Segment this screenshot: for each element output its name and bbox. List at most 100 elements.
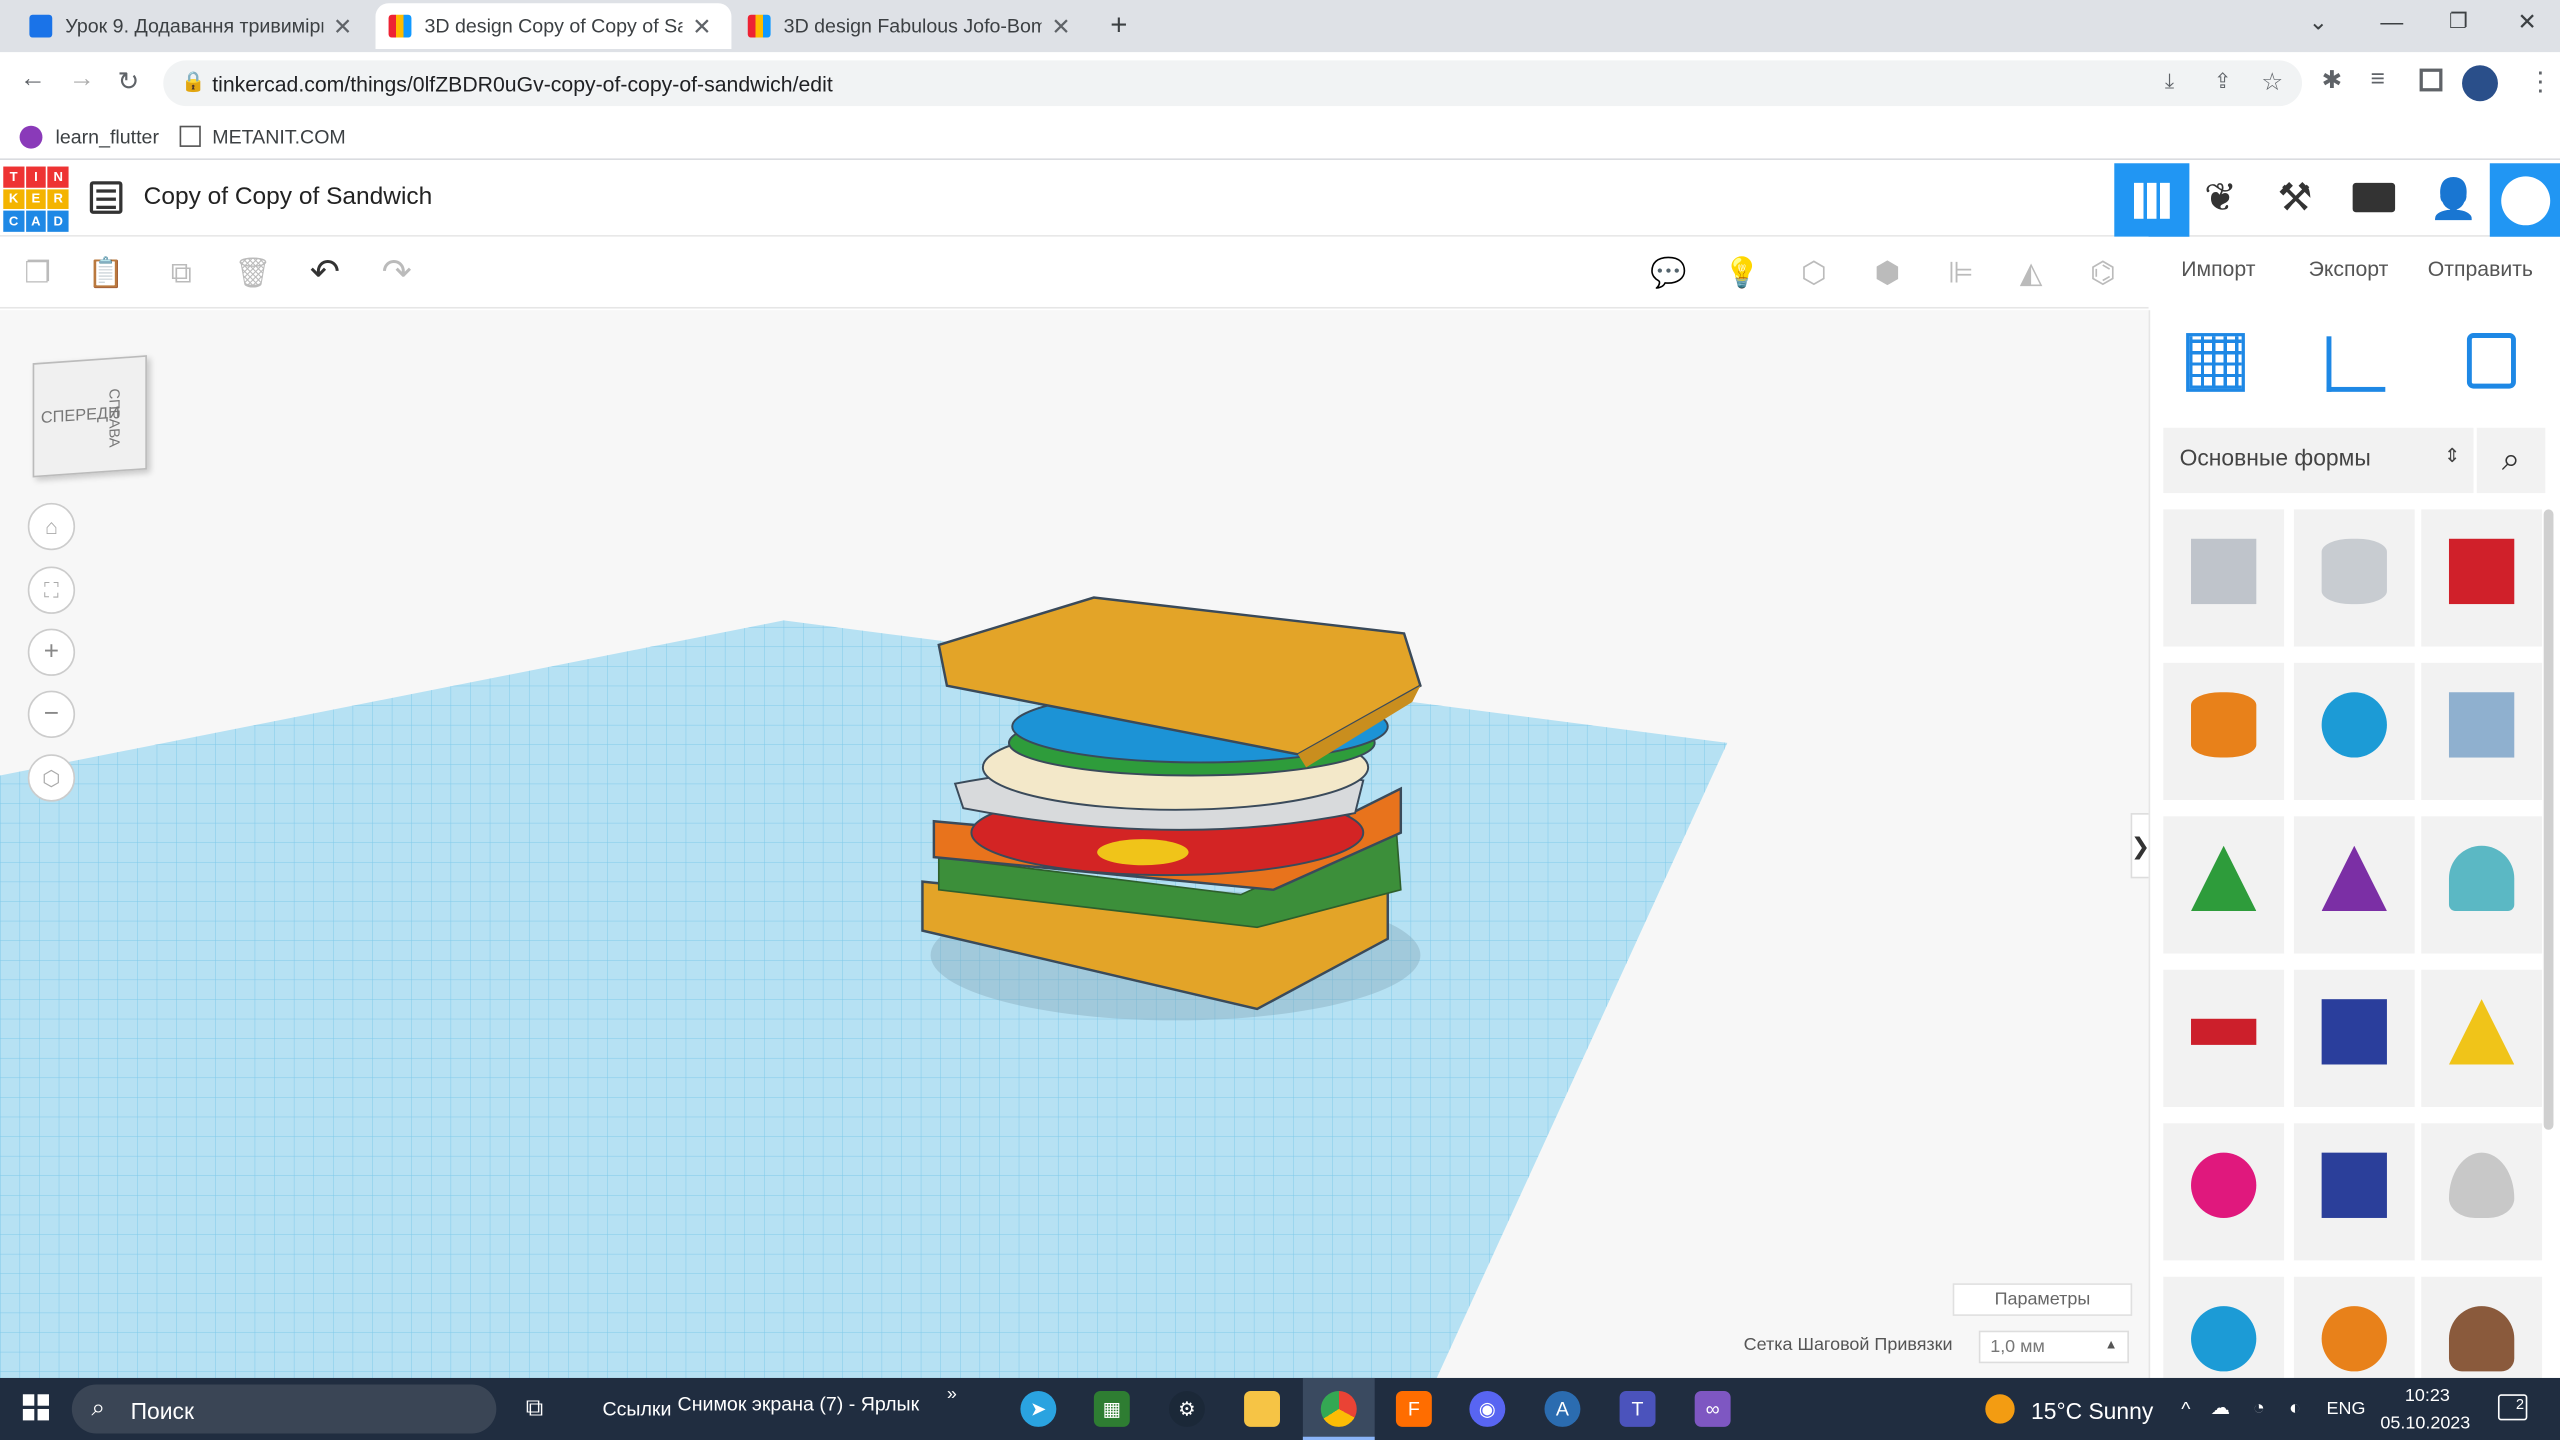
windows-start-icon[interactable] bbox=[22, 1394, 49, 1421]
spreadsheet-icon[interactable]: ▦ bbox=[1093, 1391, 1130, 1427]
design-list-icon[interactable] bbox=[89, 181, 123, 214]
send-button[interactable]: Отправить bbox=[2428, 256, 2533, 280]
notifications-icon[interactable]: 2 bbox=[2497, 1394, 2528, 1421]
discord-icon[interactable]: ◉ bbox=[1469, 1391, 1506, 1427]
bookmark-star-icon[interactable]: ☆ bbox=[2261, 67, 2283, 97]
share-icon[interactable]: ⇪ bbox=[2214, 69, 2232, 95]
settings-button[interactable]: Параметры bbox=[1952, 1283, 2133, 1316]
shape-tile[interactable] bbox=[2163, 662, 2285, 800]
language-indicator[interactable]: ENG bbox=[2327, 1399, 2366, 1419]
tab-lesson[interactable]: Урок 9. Додавання тривимірних ✕ bbox=[16, 3, 372, 49]
forward-icon[interactable]: → bbox=[69, 65, 95, 94]
tinkercad-logo[interactable]: T I N K E R C A D bbox=[3, 166, 69, 232]
zoom-out-icon[interactable]: − bbox=[27, 690, 76, 738]
user-avatar[interactable] bbox=[2489, 163, 2560, 237]
add-user-icon[interactable]: 👤 bbox=[2429, 176, 2478, 223]
app-store-icon[interactable]: A bbox=[1544, 1391, 1581, 1427]
shape-tile[interactable] bbox=[2293, 1276, 2415, 1378]
address-bar[interactable]: 🔒 tinkercad.com/things/0lfZBDR0uGv-copy-… bbox=[163, 60, 2303, 107]
shape-tile[interactable] bbox=[2163, 509, 2285, 647]
undo-icon[interactable]: ↶ bbox=[304, 251, 346, 293]
redo-icon[interactable]: ↷ bbox=[376, 251, 418, 293]
view-cube[interactable]: СПЕРЕДИ СПРАВА bbox=[32, 355, 147, 478]
chrome-taskbar-active[interactable] bbox=[1302, 1377, 1375, 1440]
task-view-icon[interactable]: ⧉ bbox=[526, 1394, 543, 1422]
shape-tile[interactable] bbox=[2421, 1276, 2543, 1378]
shape-tile[interactable] bbox=[2163, 1123, 2285, 1261]
export-button[interactable]: Экспорт bbox=[2309, 256, 2389, 280]
shape-tile[interactable] bbox=[2163, 816, 2285, 954]
group-icon[interactable]: ⬡ bbox=[1793, 251, 1835, 293]
shape-tile[interactable] bbox=[2421, 662, 2543, 800]
new-tab-icon[interactable]: + bbox=[1110, 8, 1127, 42]
blocks-icon[interactable]: ⚒ bbox=[2278, 175, 2313, 222]
workplane[interactable]: СПЕРЕДИ СПРАВА ⌂ ⛶ + − ⬡ ❯ Параметры Сет… bbox=[0, 310, 2151, 1378]
clock-time[interactable]: 10:23 bbox=[2405, 1386, 2450, 1406]
shape-tile[interactable] bbox=[2421, 1123, 2543, 1261]
clock-date[interactable]: 05.10.2023 bbox=[2380, 1414, 2470, 1434]
taskbar-search[interactable]: ⌕ Поиск bbox=[71, 1384, 497, 1434]
ungroup-icon[interactable]: ⬢ bbox=[1866, 251, 1908, 293]
home-view-icon[interactable]: ⌂ bbox=[27, 502, 76, 551]
shapes-category-select[interactable]: Основные формы ⇕ bbox=[2163, 427, 2474, 494]
perspective-icon[interactable]: ⬡ bbox=[27, 754, 76, 802]
shape-tile[interactable] bbox=[2163, 969, 2285, 1107]
bricks-icon[interactable] bbox=[2352, 182, 2396, 213]
folder-icon[interactable] bbox=[1244, 1391, 1280, 1427]
align-icon[interactable]: ⊫ bbox=[1940, 251, 1982, 293]
back-icon[interactable]: ← bbox=[20, 65, 46, 94]
notes-tool-icon[interactable] bbox=[2466, 333, 2516, 389]
restore-icon[interactable]: ❐ bbox=[2449, 8, 2468, 34]
design-title[interactable]: Copy of Copy of Sandwich bbox=[144, 183, 433, 211]
ruler-icon[interactable] bbox=[2326, 336, 2386, 392]
delete-icon[interactable]: 🗑 bbox=[232, 251, 274, 293]
reload-icon[interactable]: ↻ bbox=[118, 65, 140, 98]
wifi-icon[interactable]: ◔ bbox=[2253, 1396, 2265, 1419]
shape-tile[interactable] bbox=[2293, 1123, 2415, 1261]
collapse-panel-icon[interactable]: ❯ bbox=[2130, 813, 2151, 879]
profile-avatar[interactable] bbox=[2462, 65, 2498, 102]
copy-icon[interactable]: ❐ bbox=[16, 251, 58, 293]
panel-scrollbar[interactable] bbox=[2543, 509, 2554, 1130]
chevron-up-icon[interactable]: ^ bbox=[2181, 1398, 2190, 1421]
install-icon[interactable]: ⤓ bbox=[2165, 69, 2174, 95]
shape-tile[interactable] bbox=[2293, 816, 2415, 954]
menu-icon[interactable]: ⋮ bbox=[2527, 65, 2553, 98]
close-icon[interactable]: ✕ bbox=[1051, 12, 1070, 40]
shape-tile[interactable] bbox=[2293, 662, 2415, 800]
duplicate-icon[interactable]: ⧉ bbox=[160, 251, 202, 293]
bookmark-metanit[interactable]: METANIT.COM bbox=[212, 126, 346, 149]
side-panel-icon[interactable] bbox=[2419, 68, 2443, 92]
sim-lab-icon[interactable]: ❦ bbox=[2204, 175, 2237, 222]
zoom-in-icon[interactable]: + bbox=[27, 628, 76, 676]
snap-grid-select[interactable]: 1,0 мм ▲ bbox=[1978, 1330, 2129, 1364]
shape-tile[interactable] bbox=[2293, 509, 2415, 647]
lightbulb-icon[interactable]: 💡 bbox=[1721, 251, 1763, 293]
shape-tile[interactable] bbox=[2163, 1276, 2285, 1378]
telegram-icon[interactable]: ➤ bbox=[1020, 1391, 1057, 1427]
bookmark-learn-flutter[interactable]: learn_flutter bbox=[56, 126, 159, 149]
teams-icon[interactable]: T bbox=[1619, 1391, 1656, 1427]
close-window-icon[interactable]: ✕ bbox=[2518, 8, 2537, 36]
screenshot-shortcut[interactable]: Снимок экрана (7) - Ярлык bbox=[678, 1393, 920, 1416]
shape-tile[interactable] bbox=[2421, 969, 2543, 1107]
mirror-icon[interactable]: ◭ bbox=[2010, 251, 2052, 293]
volume-icon[interactable]: ◐ bbox=[2289, 1396, 2301, 1419]
shape-tile[interactable] bbox=[2421, 509, 2543, 647]
tab-jofo[interactable]: 3D design Fabulous Jofo-Bombul ✕ bbox=[735, 3, 1091, 49]
shape-tile[interactable] bbox=[2421, 816, 2543, 954]
tab-search-icon[interactable]: ⌄ bbox=[2309, 8, 2328, 36]
minimize-icon[interactable]: — bbox=[2380, 8, 2403, 34]
tab-sandwich[interactable]: 3D design Copy of Copy of Sandwich ✕ bbox=[375, 3, 732, 49]
shape-tile[interactable] bbox=[2293, 969, 2415, 1107]
weather-text[interactable]: 15°C Sunny bbox=[2031, 1398, 2153, 1424]
import-button[interactable]: Импорт bbox=[2181, 256, 2255, 280]
steam-icon[interactable]: ⚙ bbox=[1168, 1391, 1205, 1427]
notes-icon[interactable]: 💬 bbox=[1647, 251, 1689, 293]
links-toolbar[interactable]: Ссылки bbox=[602, 1398, 671, 1421]
paste-icon[interactable]: 📋 bbox=[85, 251, 127, 293]
search-icon[interactable]: ⌕ bbox=[2476, 427, 2546, 494]
workplane-tool-icon[interactable] bbox=[2186, 333, 2245, 392]
close-icon[interactable]: ✕ bbox=[333, 12, 352, 40]
fit-view-icon[interactable]: ⛶ bbox=[27, 566, 76, 614]
